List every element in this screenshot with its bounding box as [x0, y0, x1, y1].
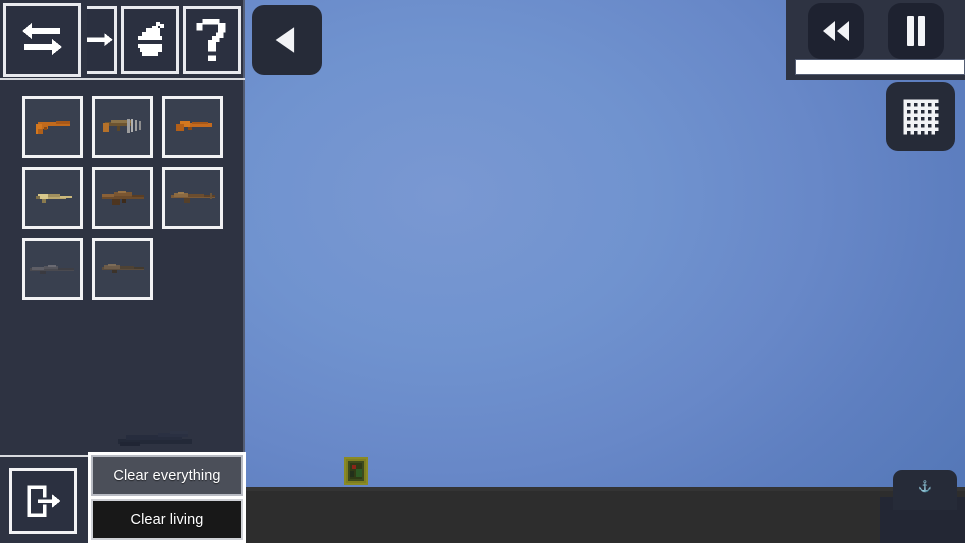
- weapon-slot-sawed-off[interactable]: [162, 96, 223, 158]
- toolbar-divider: [0, 78, 245, 80]
- toolbar-item-move-right[interactable]: [87, 6, 117, 74]
- weapon-slot-heavy-rifle[interactable]: [92, 238, 153, 300]
- grid-icon: [903, 99, 938, 134]
- rewind-icon: [822, 21, 849, 41]
- game-screen: ⚓ Clear everything Clear living: [0, 0, 965, 543]
- weapon-grid: [22, 96, 242, 300]
- toolbar-item-swap[interactable]: [3, 3, 81, 77]
- pause-button[interactable]: [887, 3, 944, 59]
- pause-icon: [906, 16, 925, 46]
- clear-living-button[interactable]: Clear living: [91, 499, 243, 540]
- weapon-slot-pistol[interactable]: [22, 96, 83, 158]
- grenade-icon: [138, 22, 164, 56]
- back-button[interactable]: [252, 5, 322, 75]
- assault-rifle-icon: [101, 191, 144, 205]
- world-entity-crate[interactable]: [340, 455, 372, 487]
- arrow-right-icon: [87, 33, 113, 47]
- bottom-right-drawer[interactable]: ⚓: [893, 470, 957, 510]
- question-mark-icon: [196, 18, 226, 62]
- pistol-icon: [35, 121, 70, 134]
- toolbar-item-grenade[interactable]: [121, 6, 179, 74]
- sidebar-toolbar: [0, 0, 247, 78]
- clear-context-menu: Clear everything Clear living: [88, 452, 246, 543]
- toolbar-item-help[interactable]: [183, 6, 241, 74]
- triangle-left-icon: [275, 27, 295, 53]
- smg-icon: [35, 194, 72, 203]
- dragged-weapon-preview: [112, 426, 204, 452]
- grid-toggle-button[interactable]: [886, 82, 955, 151]
- battle-rifle-icon: [170, 192, 215, 203]
- weapon-slot-assault-rifle[interactable]: [92, 167, 153, 229]
- exit-door-icon: [27, 485, 61, 517]
- playback-panel: [786, 0, 965, 80]
- timeline-fill: [796, 60, 964, 74]
- weapon-slot-sniper-rifle[interactable]: [22, 238, 83, 300]
- weapon-slot-machine-pistol[interactable]: [92, 96, 153, 158]
- machine-pistol-icon: [102, 119, 141, 133]
- swap-arrows-icon: [22, 23, 62, 55]
- weapon-slot-smg[interactable]: [22, 167, 83, 229]
- exit-button[interactable]: [9, 468, 77, 534]
- rewind-button[interactable]: [807, 3, 864, 59]
- sawed-off-icon: [175, 121, 212, 131]
- anchor-icon: ⚓: [918, 481, 932, 493]
- heavy-rifle-icon: [101, 264, 144, 273]
- playback-buttons: [786, 0, 965, 62]
- weapon-slot-battle-rifle[interactable]: [162, 167, 223, 229]
- clear-everything-button[interactable]: Clear everything: [91, 455, 243, 496]
- timeline-scrubber[interactable]: [795, 59, 965, 75]
- sniper-rifle-icon: [29, 265, 74, 274]
